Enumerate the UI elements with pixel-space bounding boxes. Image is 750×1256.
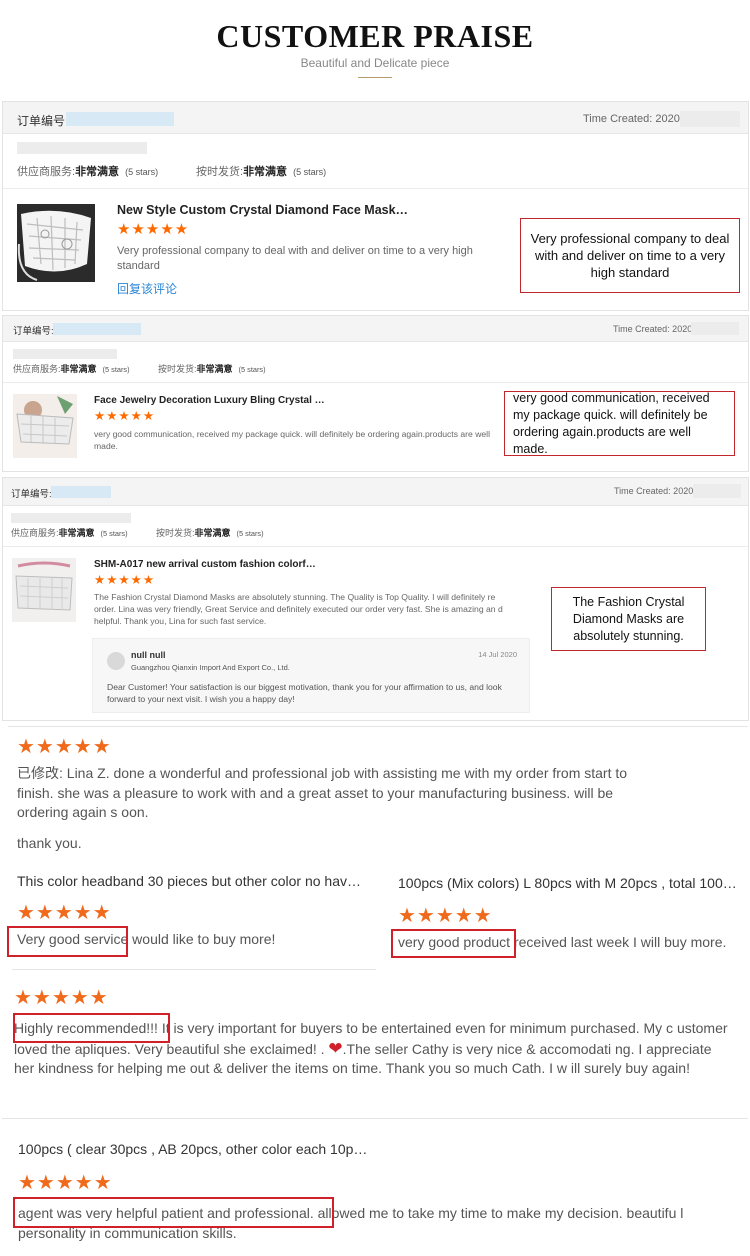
product-title[interactable]: SHM-A017 new arrival custom fashion colo… <box>94 559 316 570</box>
review-stars: ★★★★★ <box>94 573 156 587</box>
highlight-box <box>7 926 128 957</box>
order-time-redacted <box>693 484 741 498</box>
callout-order-3: The Fashion Crystal Diamond Masks are ab… <box>551 587 706 651</box>
heart-icon: ❤ <box>328 1038 343 1058</box>
seller-company: Guangzhou Qianxin Import And Export Co.,… <box>131 663 290 672</box>
supplier-service-rating: 供应商服务:非常满意 (5 stars) <box>17 166 159 178</box>
order-number-redacted <box>53 323 141 335</box>
order-number-label: 订单编号: <box>13 326 54 337</box>
review-stars: ★★★★★ <box>17 902 112 924</box>
seller-name: null null <box>131 650 166 660</box>
supplier-service-rating: 供应商服务:非常满意 (5 stars) <box>13 364 130 374</box>
order-time-redacted <box>680 111 740 127</box>
product-title[interactable]: Face Jewelry Decoration Luxury Bling Cry… <box>94 395 325 406</box>
order-time: Time Created: 2020- <box>583 113 684 125</box>
review-stars: ★★★★★ <box>14 987 109 1009</box>
order-time: Time Created: 2020- <box>614 486 697 496</box>
order-number-label: 订单编号: <box>11 489 52 500</box>
callout-order-1: Very professional company to deal with a… <box>520 218 740 293</box>
highlight-box <box>13 1197 334 1228</box>
review-product-title[interactable]: This color headband 30 pieces but other … <box>17 873 361 889</box>
product-thumbnail[interactable] <box>17 204 95 282</box>
review-closing: thank you. <box>17 835 82 851</box>
seller-reply: null null Guangzhou Qianxin Import And E… <box>92 638 530 713</box>
review-stars: ★★★★★ <box>18 1172 113 1194</box>
reply-review-link[interactable]: 回复该评论 <box>117 280 177 297</box>
buyer-name-redacted <box>13 349 117 359</box>
shipping-rating: 按时发货:非常满意 (5 stars) <box>158 364 266 374</box>
review-product-title[interactable]: 100pcs (Mix colors) L 80pcs with M 20pcs… <box>398 875 737 891</box>
supplier-service-rating: 供应商服务:非常满意 (5 stars) <box>11 528 128 538</box>
order-number-label: 订单编号: <box>17 114 69 128</box>
reply-date: 14 Jul 2020 <box>478 650 517 659</box>
crystal-mask-image <box>13 394 77 458</box>
order-time: Time Created: 2020- <box>613 324 696 334</box>
callout-order-2: very good communication, received my pac… <box>504 391 735 456</box>
product-thumbnail[interactable] <box>13 394 77 458</box>
order-time-redacted <box>691 322 739 335</box>
seller-avatar <box>107 652 125 670</box>
crystal-mask-image <box>17 204 95 282</box>
review-stars: ★★★★★ <box>17 736 112 758</box>
review-stars: ★★★★★ <box>398 905 493 927</box>
crystal-mask-image <box>12 558 76 622</box>
product-thumbnail[interactable] <box>12 558 76 622</box>
shipping-rating: 按时发货:非常满意 (5 stars) <box>196 166 327 178</box>
order-number-redacted <box>51 486 111 498</box>
page-title: CUSTOMER PRAISE <box>216 18 534 54</box>
review-text: Very professional company to deal with a… <box>117 245 473 273</box>
highlight-box <box>391 929 516 958</box>
order-number-redacted <box>66 112 174 126</box>
page-subtitle: Beautiful and Delicate piece <box>300 56 450 70</box>
highlight-box <box>13 1013 170 1043</box>
review-text: 已修改: Lina Z. done a wonderful and profes… <box>17 765 628 820</box>
review-product-title[interactable]: 100pcs ( clear 30pcs , AB 20pcs, other c… <box>18 1141 367 1157</box>
review-stars: ★★★★★ <box>117 221 190 238</box>
title-underline <box>358 77 392 78</box>
review-text: very good communication, received my pac… <box>94 429 490 452</box>
shipping-rating: 按时发货:非常满意 (5 stars) <box>156 528 264 538</box>
review-stars: ★★★★★ <box>94 409 156 423</box>
seller-reply-text: Dear Customer! Your satisfaction is our … <box>107 682 502 704</box>
product-title[interactable]: New Style Custom Crystal Diamond Face Ma… <box>117 203 408 217</box>
buyer-name-redacted <box>11 513 131 523</box>
buyer-name-redacted <box>17 142 147 154</box>
review-text: The Fashion Crystal Diamond Masks are ab… <box>94 592 503 627</box>
